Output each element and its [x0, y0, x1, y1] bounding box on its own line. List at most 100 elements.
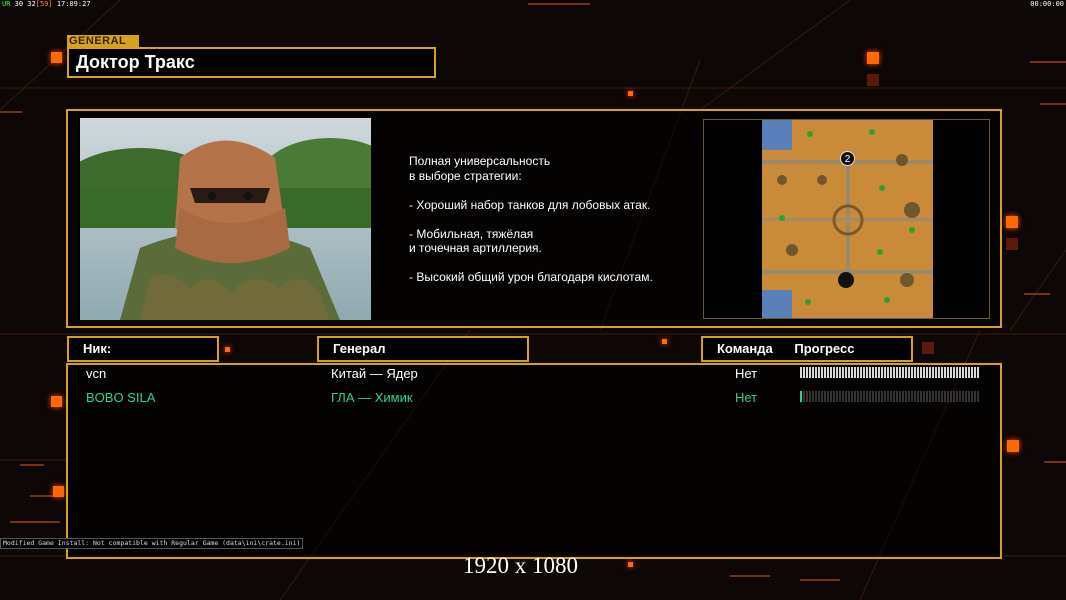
progress-segment [860, 367, 862, 378]
progress-segment [866, 391, 868, 402]
progress-segment [977, 367, 979, 378]
progress-segment [914, 367, 916, 378]
progress-segment [911, 391, 913, 402]
minimap-frame: 2 [703, 119, 990, 319]
progress-segment [935, 391, 937, 402]
progress-segment [824, 391, 826, 402]
progress-segment [884, 391, 886, 402]
progress-segment [866, 367, 868, 378]
glow-square [867, 52, 879, 64]
progress-segment [941, 391, 943, 402]
progress-segment [824, 367, 826, 378]
progress-segment [941, 367, 943, 378]
progress-segment [950, 391, 952, 402]
progress-segment [908, 391, 910, 402]
progress-segment [833, 391, 835, 402]
progress-segment [821, 367, 823, 378]
progress-segment [848, 367, 850, 378]
progress-segment [869, 367, 871, 378]
progress-segment [908, 367, 910, 378]
progress-segment [938, 391, 940, 402]
progress-segment [800, 391, 802, 402]
progress-segment [923, 391, 925, 402]
progress-segment [956, 367, 958, 378]
progress-segment [929, 391, 931, 402]
progress-segment [818, 391, 820, 402]
progress-segment [953, 367, 955, 378]
progress-segment [842, 367, 844, 378]
glow-square [922, 342, 934, 354]
start-position-marker[interactable]: 2 [840, 151, 855, 166]
header-progress[interactable]: Прогресс [794, 341, 854, 356]
progress-segment [881, 391, 883, 402]
progress-segment [965, 391, 967, 402]
player-nick: vcn [86, 366, 107, 381]
progress-segment [974, 391, 976, 402]
progress-segment [899, 391, 901, 402]
progress-segment [896, 391, 898, 402]
player-team: Нет [735, 390, 758, 405]
progress-segment [893, 367, 895, 378]
glow-square [53, 486, 64, 497]
progress-segment [905, 391, 907, 402]
modified-install-notice: Modified Game Install: Not compatible wi… [0, 538, 304, 549]
progress-segment [806, 367, 808, 378]
progress-segment [803, 391, 805, 402]
description-line [409, 256, 699, 271]
progress-segment [830, 391, 832, 402]
desert-minimap-icon[interactable] [762, 120, 933, 318]
description-line: и точечная артиллерия. [409, 241, 542, 255]
progress-segment [932, 367, 934, 378]
header-general[interactable]: Генерал [317, 336, 529, 362]
progress-segment [803, 367, 805, 378]
progress-segment [971, 367, 973, 378]
header-team[interactable]: Команда [717, 341, 773, 356]
glow-square [225, 347, 230, 352]
player-team: Нет [735, 366, 758, 381]
progress-segment [938, 367, 940, 378]
progress-segment [974, 367, 976, 378]
progress-segment [848, 391, 850, 402]
glow-square [1006, 216, 1018, 228]
progress-segment [845, 367, 847, 378]
progress-segment [836, 367, 838, 378]
description-line: - Высокий общий урон благодаря кислотам. [409, 270, 653, 284]
header-general-label: Генерал [333, 341, 386, 356]
progress-segment [917, 391, 919, 402]
progress-segment [839, 391, 841, 402]
progress-segment [842, 391, 844, 402]
player-progress-bar [800, 367, 984, 378]
progress-segment [959, 367, 961, 378]
general-description: Полная универсальность в выборе стратеги… [409, 154, 699, 285]
player-progress-bar [800, 391, 984, 402]
progress-segment [815, 391, 817, 402]
progress-segment [830, 367, 832, 378]
progress-segment [932, 391, 934, 402]
progress-segment [815, 367, 817, 378]
description-line [409, 183, 699, 198]
progress-segment [914, 391, 916, 402]
general-portrait [80, 118, 371, 320]
header-nick[interactable]: Ник: [67, 336, 219, 362]
progress-segment [953, 391, 955, 402]
progress-segment [854, 391, 856, 402]
progress-segment [812, 367, 814, 378]
progress-segment [962, 391, 964, 402]
progress-segment [806, 391, 808, 402]
description-line: - Хороший набор танков для лобовых атак. [409, 197, 651, 212]
masked-soldier-portrait-icon [80, 118, 371, 320]
player-general: Китай — Ядер [331, 366, 418, 381]
description-line [409, 212, 699, 227]
progress-segment [875, 391, 877, 402]
progress-segment [947, 391, 949, 402]
progress-segment [920, 367, 922, 378]
progress-segment [977, 391, 979, 402]
progress-segment [878, 391, 880, 402]
progress-segment [872, 391, 874, 402]
progress-segment [863, 391, 865, 402]
progress-segment [812, 391, 814, 402]
progress-segment [923, 367, 925, 378]
progress-segment [890, 391, 892, 402]
progress-segment [947, 367, 949, 378]
progress-segment [926, 367, 928, 378]
